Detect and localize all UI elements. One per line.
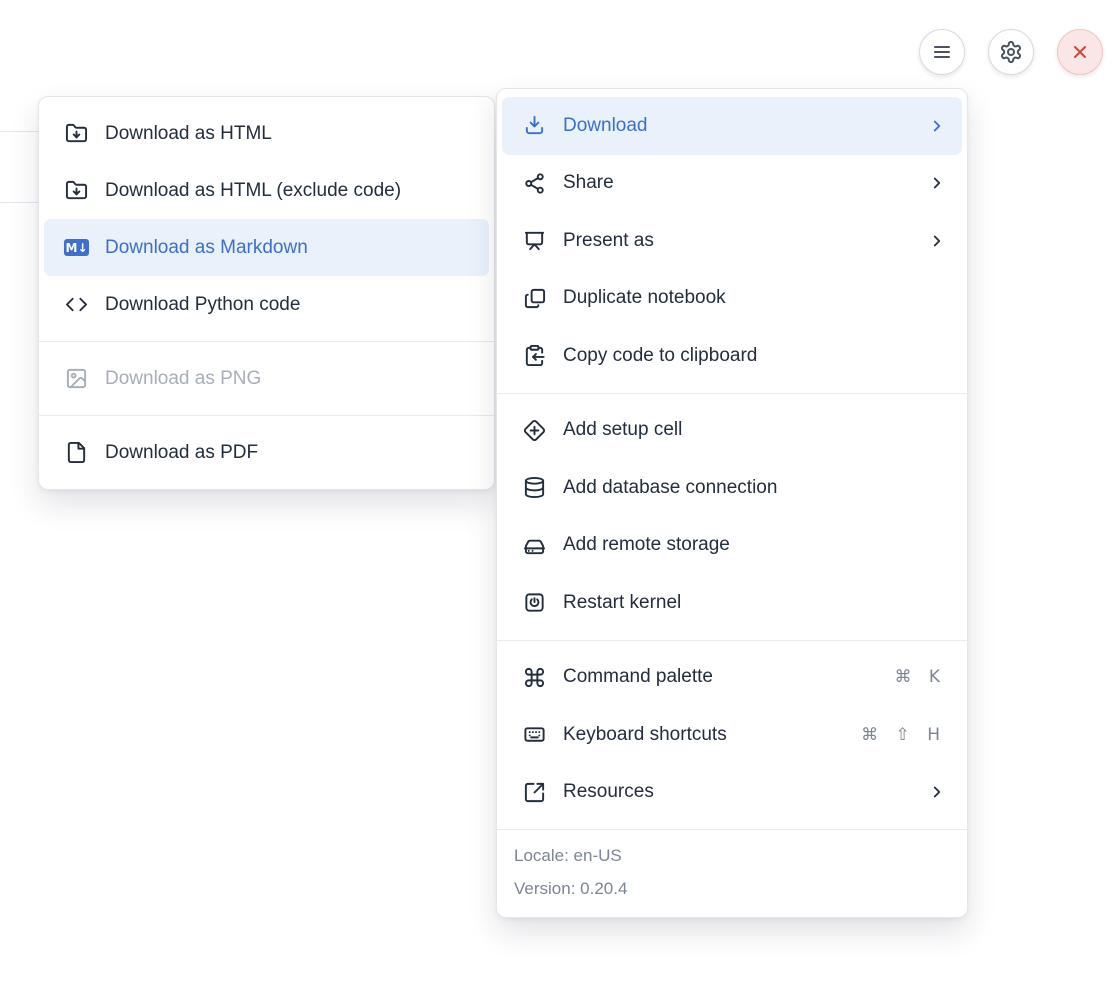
settings-button[interactable] xyxy=(988,29,1034,75)
menu-item-download-as-pdf[interactable]: Download as PDF xyxy=(44,424,489,481)
menu-item-add-remote-storage[interactable]: Add remote storage xyxy=(502,517,962,575)
menu-item-label: Restart kernel xyxy=(563,592,946,614)
menu-item-label: Download as PDF xyxy=(105,442,473,464)
chevron-right-icon xyxy=(928,232,946,250)
submenu-group-1: Download as HTML Download as HTML (exclu… xyxy=(39,97,494,341)
menu-item-label: Download as Markdown xyxy=(105,237,473,259)
file-icon xyxy=(64,441,89,464)
submenu-group-3: Download as PDF xyxy=(39,416,494,489)
menu-item-label: Share xyxy=(563,172,912,194)
download-submenu-panel: Download as HTML Download as HTML (exclu… xyxy=(38,96,495,490)
chevron-right-icon xyxy=(928,783,946,801)
menu-item-label: Download as HTML xyxy=(105,123,473,145)
folder-down-icon xyxy=(64,179,89,202)
copy-icon xyxy=(522,287,547,310)
menu-item-label: Command palette xyxy=(563,666,878,688)
menu-group-3: Command palette ⌘ K Keyboard shortcuts ⌘… xyxy=(497,641,967,830)
shortcut-hint: ⌘ K xyxy=(894,667,946,687)
locale-text: Locale: en-US xyxy=(514,839,950,872)
menu-item-download-python-code[interactable]: Download Python code xyxy=(44,276,489,333)
square-power-icon xyxy=(522,591,547,614)
submenu-group-2: Download as PNG xyxy=(39,342,494,415)
command-icon xyxy=(522,666,547,689)
menu-item-command-palette[interactable]: Command palette ⌘ K xyxy=(502,649,962,707)
shortcut-hint: ⌘ ⇧ H xyxy=(861,725,946,745)
folder-down-icon xyxy=(64,122,89,145)
close-button[interactable] xyxy=(1057,29,1103,75)
menu-item-label: Add database connection xyxy=(563,477,946,499)
presentation-icon xyxy=(522,229,547,252)
menu-item-share[interactable]: Share xyxy=(502,155,962,213)
menu-item-resources[interactable]: Resources xyxy=(502,764,962,822)
menu-item-download-as-html-exclude-code[interactable]: Download as HTML (exclude code) xyxy=(44,162,489,219)
menu-item-label: Download Python code xyxy=(105,294,473,316)
external-link-icon xyxy=(522,781,547,804)
menu-item-label: Download xyxy=(563,115,912,137)
menu-item-download-as-png: Download as PNG xyxy=(44,350,489,407)
menu-item-label: Copy code to clipboard xyxy=(563,345,946,367)
background-cell-border xyxy=(0,131,39,132)
gear-icon xyxy=(999,40,1023,64)
menu-item-copy-code-to-clipboard[interactable]: Copy code to clipboard xyxy=(502,327,962,385)
menu-item-keyboard-shortcuts[interactable]: Keyboard shortcuts ⌘ ⇧ H xyxy=(502,706,962,764)
chevron-right-icon xyxy=(928,174,946,192)
menu-item-download[interactable]: Download xyxy=(502,97,962,155)
markdown-badge: M↓ xyxy=(64,239,89,256)
chevron-right-icon xyxy=(928,117,946,135)
menu-group-1: Download Share Present as xyxy=(497,89,967,393)
menu-footer: Locale: en-US Version: 0.20.4 xyxy=(497,830,967,917)
menu-item-label: Keyboard shortcuts xyxy=(563,724,845,746)
menu-item-label: Add setup cell xyxy=(563,419,946,441)
background-cell-border xyxy=(0,202,39,203)
menu-item-download-as-markdown[interactable]: M↓ Download as Markdown xyxy=(44,219,489,276)
menu-item-download-as-html[interactable]: Download as HTML xyxy=(44,105,489,162)
close-x-icon xyxy=(1068,40,1092,64)
menu-item-label: Download as PNG xyxy=(105,368,473,390)
diamond-plus-icon xyxy=(522,419,547,442)
menu-item-duplicate-notebook[interactable]: Duplicate notebook xyxy=(502,270,962,328)
menu-group-2: Add setup cell Add database connection A… xyxy=(497,394,967,640)
menu-item-present-as[interactable]: Present as xyxy=(502,212,962,270)
clipboard-paste-icon xyxy=(522,344,547,367)
database-icon xyxy=(522,476,547,499)
menu-item-label: Download as HTML (exclude code) xyxy=(105,180,473,202)
download-icon xyxy=(522,114,547,137)
menu-item-add-database-connection[interactable]: Add database connection xyxy=(502,459,962,517)
keyboard-icon xyxy=(522,723,547,746)
version-text: Version: 0.20.4 xyxy=(514,872,950,905)
code-icon xyxy=(64,293,89,316)
notebook-action-toolbar xyxy=(919,29,1103,75)
hamburger-icon xyxy=(930,40,954,64)
menu-item-add-setup-cell[interactable]: Add setup cell xyxy=(502,402,962,460)
hard-drive-icon xyxy=(522,534,547,557)
image-icon xyxy=(64,367,89,390)
menu-item-restart-kernel[interactable]: Restart kernel xyxy=(502,574,962,632)
menu-item-label: Resources xyxy=(563,781,912,803)
menu-button[interactable] xyxy=(919,29,965,75)
notebook-menu-panel: Download Share Present as xyxy=(496,88,968,918)
menu-item-label: Add remote storage xyxy=(563,534,946,556)
menu-item-label: Present as xyxy=(563,230,912,252)
share-icon xyxy=(522,172,547,195)
markdown-icon: M↓ xyxy=(64,236,89,259)
menu-item-label: Duplicate notebook xyxy=(563,287,946,309)
